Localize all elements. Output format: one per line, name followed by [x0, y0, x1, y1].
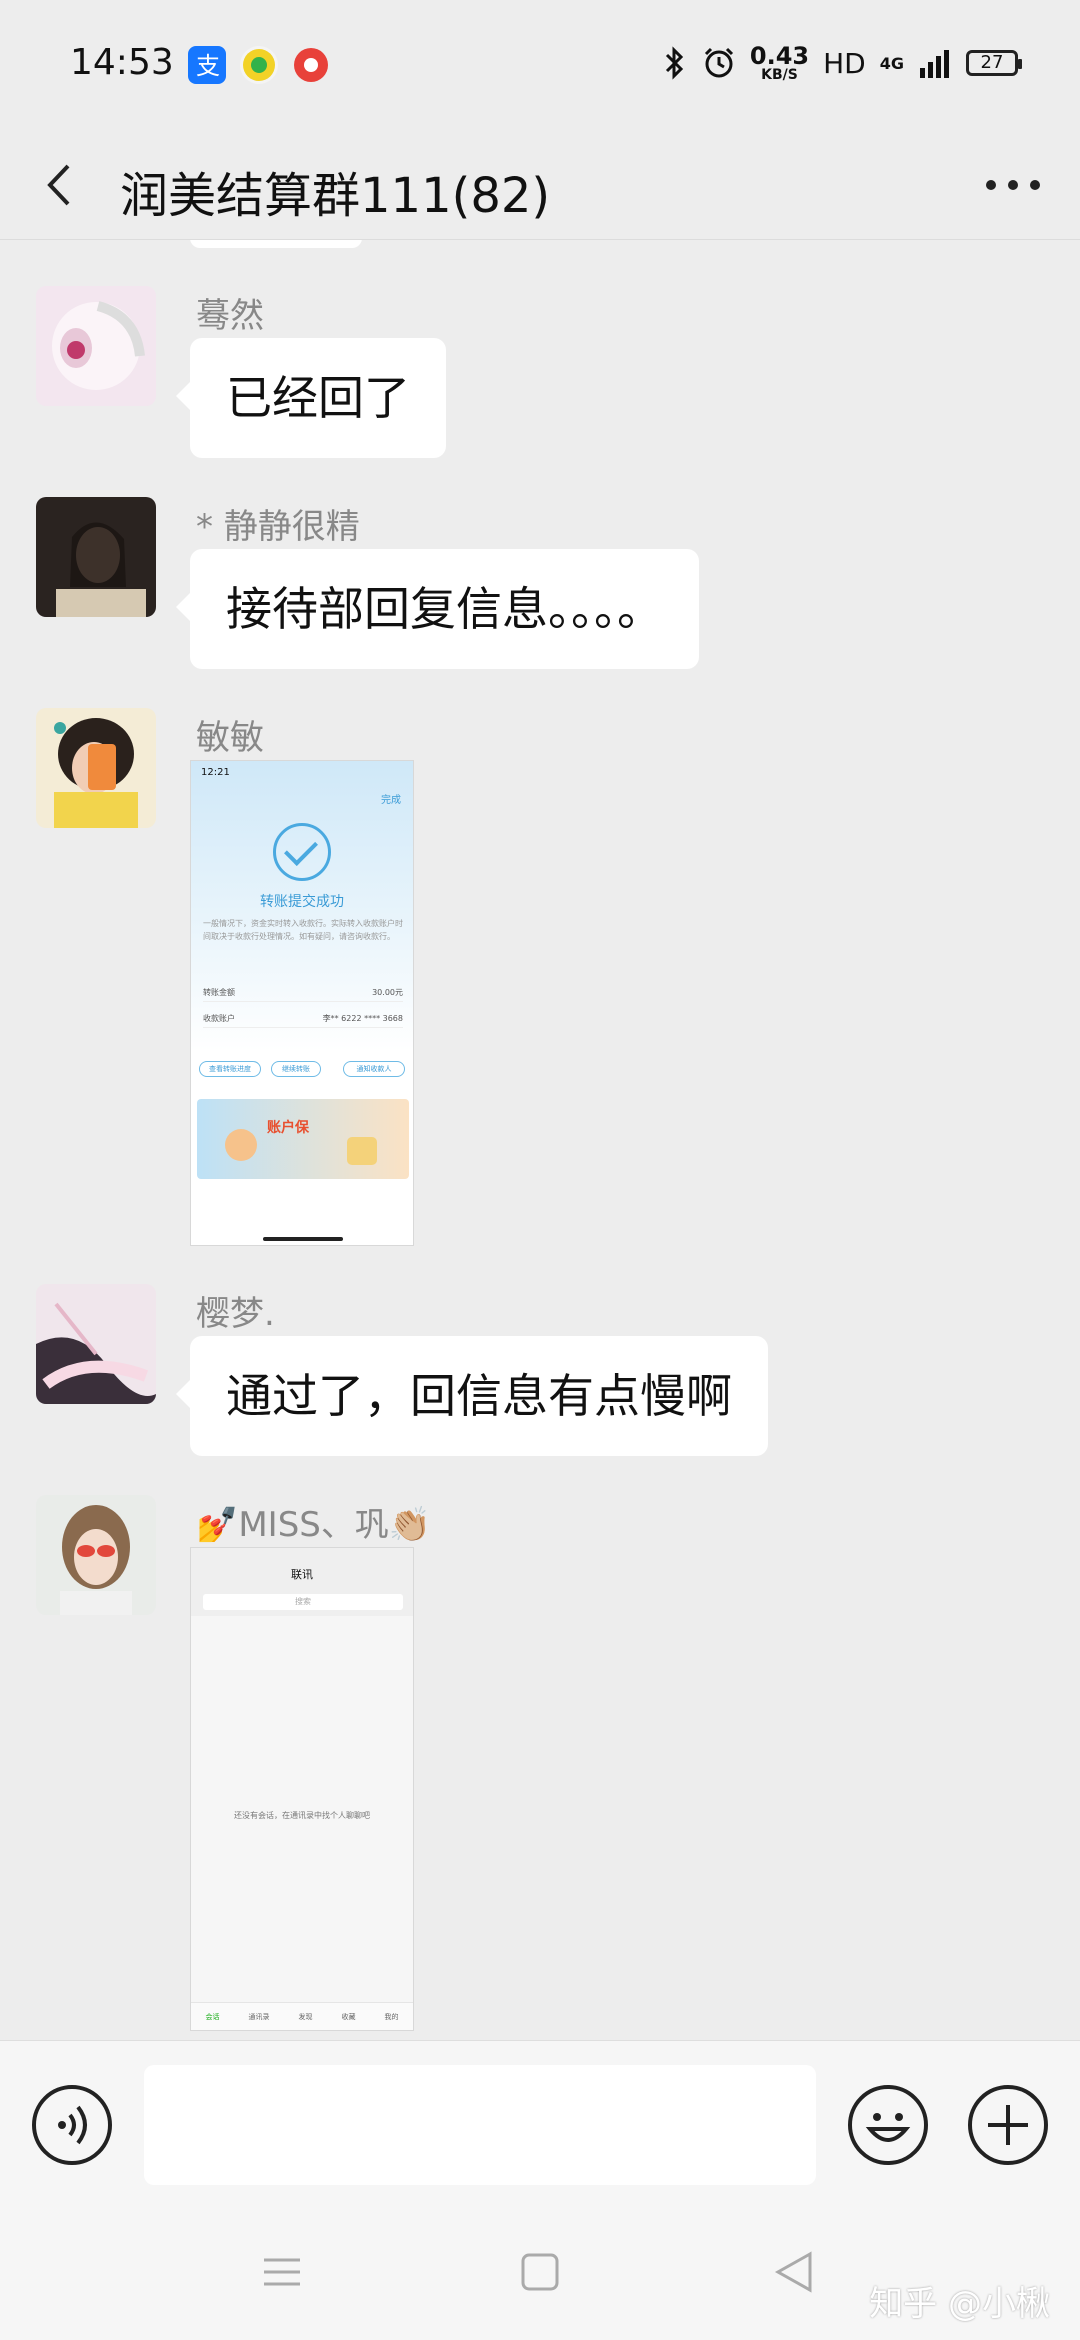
- shot-homebar: [263, 1237, 343, 1241]
- shot-desc: 一般情况下，资金实时转入收款行。实际转入收款账户时间取决于收款行处理情况。如有疑…: [203, 919, 403, 941]
- net-type: 4G: [879, 53, 904, 73]
- hd-indicator: HD: [823, 46, 866, 80]
- shot-btn: 通知收款人: [343, 1061, 405, 1077]
- sender-name: 樱梦.: [196, 1294, 275, 1334]
- status-right: 0.43 KB/S HD 4G 27: [662, 42, 1022, 83]
- shot-btn: 查看转账进度: [199, 1061, 261, 1077]
- sender-name: * 静静很精: [196, 507, 360, 547]
- message-input[interactable]: [144, 2065, 816, 2185]
- message-list[interactable]: 蓦然 已经回了 * 静静很精 接待部回复信息。。。。 敏敏 12:21 完成 转…: [0, 240, 1080, 2040]
- shot-empty-text: 还没有会话，在通讯录中找个人聊聊吧: [234, 1811, 370, 1820]
- sender-name: 蓦然: [196, 296, 264, 336]
- network-speed: 0.43 KB/S: [749, 42, 810, 83]
- voice-icon: [58, 2105, 87, 2145]
- transfer-success-screenshot: 12:21 完成 转账提交成功 一般情况下，资金实时转入收款行。实际转入收款账户…: [191, 761, 413, 1245]
- more-dot-icon: [1008, 180, 1018, 190]
- shot-time: 12:21: [201, 767, 230, 778]
- shot-account-row: 收款账户 李** 6222 **** 3668: [203, 1013, 403, 1028]
- add-button[interactable]: [968, 2085, 1048, 2165]
- avatar[interactable]: [36, 497, 156, 617]
- emoji-button[interactable]: [848, 2085, 928, 2165]
- back-button[interactable]: [36, 160, 86, 210]
- more-dot-icon: [1030, 180, 1040, 190]
- smile-icon: [865, 2113, 911, 2142]
- previous-message-bubble[interactable]: [190, 240, 362, 248]
- menu-icon[interactable]: [262, 2252, 302, 2292]
- more-dot-icon: [986, 180, 996, 190]
- app-icon-yellow: [240, 46, 278, 84]
- shot-amount-row: 转账金额 30.00元: [203, 987, 403, 1002]
- avatar[interactable]: [36, 1495, 156, 1615]
- shot-title: 联讯: [291, 1568, 313, 1581]
- home-icon[interactable]: [520, 2252, 560, 2292]
- shot-done: 完成: [381, 795, 401, 806]
- alipay-icon: 支: [188, 46, 226, 84]
- chat-title: 润美结算群111(82): [120, 168, 551, 224]
- sender-name: 💅MISS、巩👏🏼: [196, 1505, 432, 1545]
- chat-header: 润美结算群111(82): [0, 130, 1080, 240]
- shot-banner: 账户保: [197, 1099, 409, 1179]
- watermark: 知乎 @小楸: [869, 2284, 1050, 2324]
- status-bar: 14:53 支 0.43 KB/S HD 4G 27: [0, 0, 1080, 130]
- alarm-icon: [704, 47, 733, 78]
- chevron-left-icon: [47, 164, 70, 206]
- shot-tabbar: 会话 通讯录 发现 收藏 我的: [191, 2002, 413, 2030]
- shot-title: 转账提交成功: [260, 894, 344, 910]
- image-message[interactable]: 12:21 完成 转账提交成功 一般情况下，资金实时转入收款行。实际转入收款账户…: [190, 760, 414, 1246]
- svg-text:支: 支: [196, 52, 220, 80]
- battery-icon: 27: [966, 50, 1022, 76]
- back-triangle-icon[interactable]: [774, 2250, 814, 2294]
- avatar[interactable]: [36, 286, 156, 406]
- voice-button[interactable]: [32, 2085, 112, 2165]
- plus-icon: [988, 2105, 1028, 2145]
- message-bubble[interactable]: 已经回了: [176, 338, 446, 458]
- more-button[interactable]: [986, 180, 1040, 190]
- bluetooth-icon: [665, 46, 684, 80]
- image-message[interactable]: 联讯 搜索 还没有会话，在通讯录中找个人聊聊吧 会话 通讯录 发现 收藏 我的: [190, 1547, 414, 2031]
- contacts-screenshot: 联讯 搜索 还没有会话，在通讯录中找个人聊聊吧 会话 通讯录 发现 收藏 我的: [191, 1548, 413, 2030]
- message-bubble[interactable]: 通过了，回信息有点慢啊: [176, 1336, 768, 1456]
- message-bubble[interactable]: 接待部回复信息。。。。: [176, 549, 699, 669]
- signal-icon: [920, 50, 949, 78]
- status-time: 14:53: [70, 42, 174, 83]
- sender-name: 敏敏: [196, 718, 264, 758]
- check-circle-icon: [273, 823, 331, 881]
- shot-search: 搜索: [203, 1594, 403, 1610]
- app-icon-red: [292, 46, 330, 84]
- avatar[interactable]: [36, 708, 156, 828]
- avatar[interactable]: [36, 1284, 156, 1404]
- shot-btn: 继续转账: [271, 1061, 321, 1077]
- system-navigation: 知乎 @小楸: [0, 2200, 1080, 2340]
